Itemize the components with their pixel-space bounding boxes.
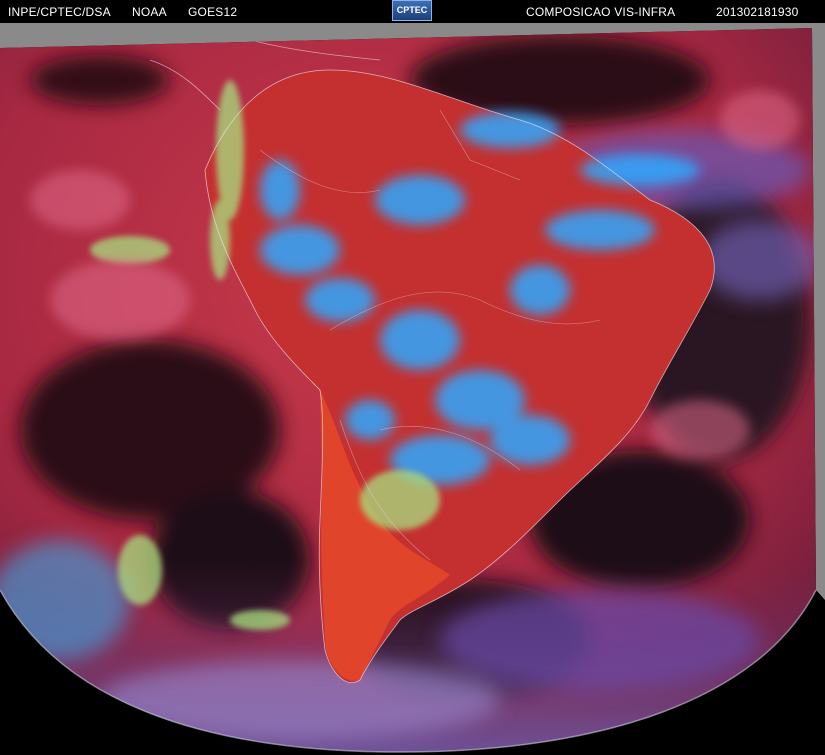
satellite-label: GOES12	[188, 5, 238, 19]
timestamp-label: 201302181930	[716, 5, 799, 19]
product-label: COMPOSICAO VIS-INFRA	[526, 5, 676, 19]
agency-label: NOAA	[132, 5, 167, 19]
satellite-image	[0, 23, 825, 755]
source-label: INPE/CPTEC/DSA	[8, 5, 111, 19]
cptec-logo: CPTEC	[392, 0, 432, 21]
